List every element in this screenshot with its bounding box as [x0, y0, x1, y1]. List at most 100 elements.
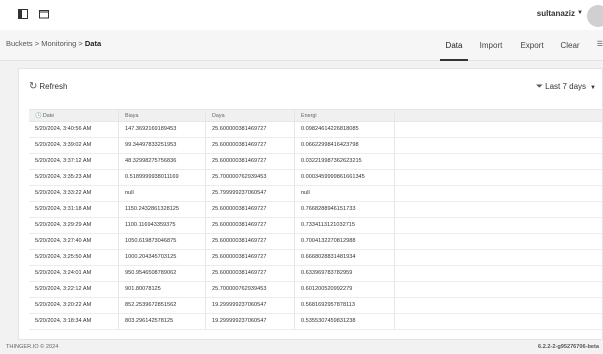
energi-cell: 0.5355307459831238	[295, 314, 395, 329]
date-cell: 5/20/2024, 3:24:01 AM	[29, 266, 119, 281]
tab-data[interactable]: Data	[440, 30, 468, 61]
energi-cell: null	[295, 186, 395, 201]
daya-cell: 19.299999237060547	[206, 298, 295, 313]
table-row[interactable]: 5/20/2024, 3:20:22 AM 852.2539672851562 19…	[29, 298, 602, 314]
column-header-energi[interactable]: Energi	[295, 110, 395, 121]
table-row[interactable]: 5/20/2024, 3:22:12 AM 901.80078125 25.7000…	[29, 282, 602, 298]
biaya-cell: 901.80078125	[119, 282, 206, 297]
copyright: THINGER.IO © 2024	[6, 344, 59, 350]
time-range-label: Last 7 days	[545, 82, 587, 91]
table-row[interactable]: 5/20/2024, 3:25:50 AM 1000.204345703125 25…	[29, 250, 602, 266]
nav-bar: Buckets > Monitoring > Data Data Import …	[0, 30, 603, 61]
biaya-cell: 950.9546508789062	[119, 266, 206, 281]
empty-cell	[395, 218, 581, 233]
energi-cell: 0.5681692957878113	[295, 298, 395, 313]
table-row[interactable]: 5/20/2024, 3:35:23 AM 0.5189999938011169 2…	[29, 170, 602, 186]
daya-cell: 25.600000381469727	[206, 218, 295, 233]
date-cell: 5/20/2024, 3:29:29 AM	[29, 218, 119, 233]
tab-clear[interactable]: Clear	[557, 30, 583, 61]
user-menu[interactable]: sultanaziz	[537, 9, 575, 18]
energi-cell: 0.601200520992279	[295, 282, 395, 297]
biaya-cell: 852.2539672851562	[119, 298, 206, 313]
breadcrumb-separator: >	[34, 39, 40, 48]
empty-cell	[395, 234, 581, 249]
table-row[interactable]: 5/20/2024, 3:33:22 AM null 25.799999237060…	[29, 186, 602, 202]
empty-cell	[395, 122, 581, 137]
breadcrumb-data: Data	[84, 39, 102, 48]
empty-cell	[395, 266, 581, 281]
daya-cell: 25.700000762939453	[206, 170, 295, 185]
chevron-down-icon: ▼	[590, 85, 596, 91]
breadcrumb-monitoring[interactable]: Monitoring	[41, 39, 76, 48]
daya-cell: 25.600000381469727	[206, 138, 295, 153]
biaya-cell: 1100.116943359375	[119, 218, 206, 233]
tab-export[interactable]: Export	[517, 30, 547, 61]
breadcrumb-separator: >	[78, 39, 83, 48]
top-bar: sultanaziz ▼	[0, 0, 603, 30]
table-row[interactable]: 5/20/2024, 3:31:18 AM 1150.2432861328125 2…	[29, 202, 602, 218]
energi-cell: 0.0003459999861661345	[295, 170, 395, 185]
daya-cell: 19.299999237060547	[206, 314, 295, 329]
biaya-cell: 1050.619873046875	[119, 234, 206, 249]
avatar[interactable]	[587, 5, 603, 27]
daya-cell: 25.600000381469727	[206, 122, 295, 137]
energi-cell: 0.7004132270812988	[295, 234, 395, 249]
version: 6.2.2-2-g95276706-beta	[538, 344, 599, 350]
column-header-empty	[395, 110, 581, 121]
refresh-button[interactable]: ↻ Refresh	[29, 81, 67, 92]
daya-cell: 25.799999237060547	[206, 186, 295, 201]
tab-import[interactable]: Import	[476, 30, 506, 61]
date-cell: 5/20/2024, 3:37:12 AM	[29, 154, 119, 169]
more-menu-icon[interactable]: ☰	[597, 40, 603, 48]
breadcrumb-buckets[interactable]: Buckets	[6, 39, 33, 48]
date-cell: 5/20/2024, 3:22:12 AM	[29, 282, 119, 297]
table-row[interactable]: 5/20/2024, 3:18:34 AM 803.296142578125 19.…	[29, 314, 602, 330]
window-icon[interactable]	[39, 9, 49, 19]
column-header-date[interactable]: 🕓Date	[29, 110, 119, 121]
empty-cell	[395, 282, 581, 297]
date-cell: 5/20/2024, 3:18:34 AM	[29, 314, 119, 329]
date-cell: 5/20/2024, 3:27:40 AM	[29, 234, 119, 249]
empty-cell	[395, 250, 581, 265]
filter-icon: ⏷	[535, 81, 544, 91]
energi-cell: 0.7334113121032715	[295, 218, 395, 233]
date-cell: 5/20/2024, 3:25:50 AM	[29, 250, 119, 265]
empty-cell	[395, 298, 581, 313]
table-row[interactable]: 5/20/2024, 3:39:02 AM 99.34497833251953 25…	[29, 138, 602, 154]
table-row[interactable]: 5/20/2024, 3:29:29 AM 1100.116943359375 25…	[29, 218, 602, 234]
daya-cell: 25.600000381469727	[206, 154, 295, 169]
sidebar-toggle-icon[interactable]	[18, 9, 28, 19]
biaya-cell: 48.32998275756836	[119, 154, 206, 169]
biaya-cell: 1000.204345703125	[119, 250, 206, 265]
time-range-selector[interactable]: ⏷ Last 7 days ▼	[536, 81, 596, 92]
energi-cell: 0.633969783782959	[295, 266, 395, 281]
date-cell: 5/20/2024, 3:35:23 AM	[29, 170, 119, 185]
data-card: ↻ Refresh ⏷ Last 7 days ▼ 🕓Date Biaya Daya …	[18, 68, 603, 340]
daya-cell: 25.600000381469727	[206, 250, 295, 265]
empty-cell	[395, 154, 581, 169]
column-header-daya[interactable]: Daya	[206, 110, 295, 121]
daya-cell: 25.600000381469727	[206, 202, 295, 217]
date-cell: 5/20/2024, 3:20:22 AM	[29, 298, 119, 313]
empty-cell	[395, 314, 581, 329]
biaya-cell: 1150.2432861328125	[119, 202, 206, 217]
footer: THINGER.IO © 2024 6.2.2-2-g95276706-beta	[0, 340, 603, 354]
daya-cell: 25.600000381469727	[206, 266, 295, 281]
table-header: 🕓Date Biaya Daya Energi	[29, 109, 602, 122]
refresh-label: Refresh	[39, 82, 68, 91]
date-cell: 5/20/2024, 3:40:56 AM	[29, 122, 119, 137]
empty-cell	[395, 186, 581, 201]
table-row[interactable]: 5/20/2024, 3:37:12 AM 48.32998275756836 25…	[29, 154, 602, 170]
energi-cell: 0.6668028831481934	[295, 250, 395, 265]
date-cell: 5/20/2024, 3:39:02 AM	[29, 138, 119, 153]
chevron-down-icon[interactable]: ▼	[577, 10, 583, 16]
data-table: 🕓Date Biaya Daya Energi 5/20/2024, 3:40:…	[29, 109, 602, 330]
date-cell: 5/20/2024, 3:33:22 AM	[29, 186, 119, 201]
table-row[interactable]: 5/20/2024, 3:40:56 AM 147.3692169189453 25…	[29, 122, 602, 138]
column-header-biaya[interactable]: Biaya	[119, 110, 206, 121]
biaya-cell: null	[119, 186, 206, 201]
table-row[interactable]: 5/20/2024, 3:24:01 AM 950.9546508789062 25…	[29, 266, 602, 282]
empty-cell	[395, 138, 581, 153]
table-row[interactable]: 5/20/2024, 3:27:40 AM 1050.619873046875 25…	[29, 234, 602, 250]
energi-cell: 0.032219987362623215	[295, 154, 395, 169]
